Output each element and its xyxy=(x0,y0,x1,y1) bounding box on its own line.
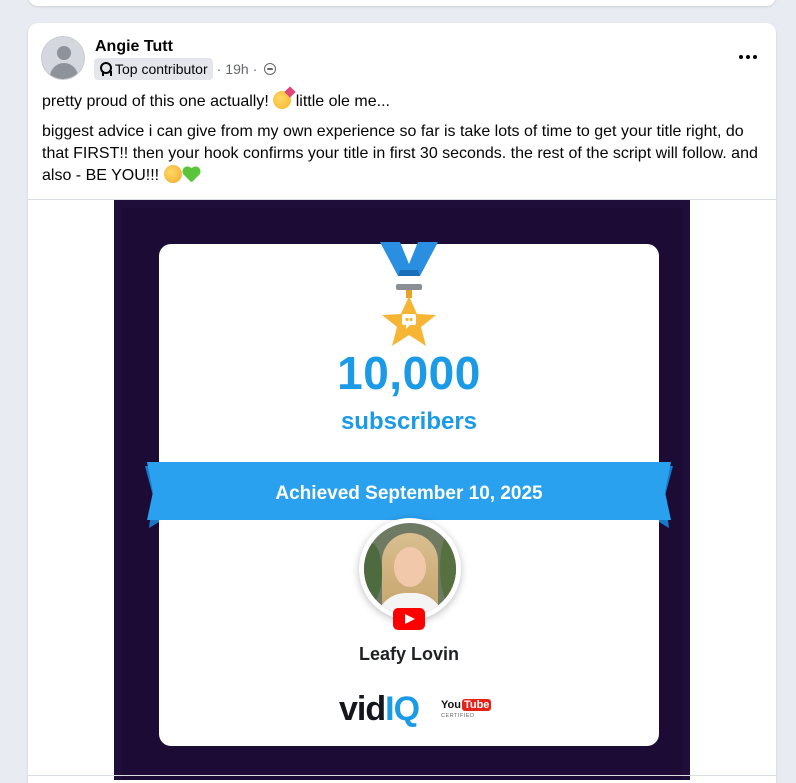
more-dot xyxy=(746,55,750,59)
youtube-wordmark: You Tube xyxy=(441,699,492,711)
avatar-head xyxy=(57,46,71,60)
globe-icon[interactable] xyxy=(264,63,277,75)
channel-photo xyxy=(364,523,456,615)
subscriber-label: subscribers xyxy=(340,408,478,435)
certified-label: CERTIFIED xyxy=(441,713,475,719)
author-name[interactable]: Angie Tutt xyxy=(95,38,173,56)
star-medal-icon xyxy=(382,284,436,346)
post-time[interactable]: 19h xyxy=(225,61,248,77)
award-icon xyxy=(99,62,112,76)
green-heart-emoji-icon xyxy=(182,167,200,183)
plant-left xyxy=(364,543,382,603)
medal-ribbon-icon xyxy=(380,242,438,276)
vidiq-logo-iq: IQ xyxy=(385,690,420,728)
paragraph-1-text: pretty proud of this one actually! xyxy=(42,93,269,110)
youtube-you: You xyxy=(441,699,461,711)
post-meta: Top contributor · 19h · xyxy=(94,58,277,80)
channel-avatar xyxy=(359,518,461,620)
footer-divider xyxy=(28,775,776,776)
image-frame: 10,000 subscribers Achieved September 10… xyxy=(122,208,682,780)
post-paragraph-1: pretty proud of this one actually! littl… xyxy=(42,91,766,113)
post-image[interactable]: 10,000 subscribers Achieved September 10… xyxy=(114,200,690,780)
youtube-play-icon xyxy=(393,608,425,630)
paragraph-1-tail: little ole me... xyxy=(295,93,390,110)
avatar[interactable] xyxy=(41,36,85,80)
meta-separator: · xyxy=(216,61,222,77)
milestone-certificate: 10,000 subscribers Achieved September 10… xyxy=(145,242,673,746)
youtube-certified-logo: You Tube CERTIFIED xyxy=(441,699,492,719)
vidiq-logo: vidIQ xyxy=(339,690,420,729)
badge-label: Top contributor xyxy=(115,61,208,77)
subscriber-count: 10,000 xyxy=(337,347,481,399)
avatar-body xyxy=(50,63,78,79)
plant-right xyxy=(440,533,456,603)
more-dot xyxy=(739,55,743,59)
youtube-tube: Tube xyxy=(461,699,492,711)
smiling-face-emoji-icon xyxy=(163,165,182,183)
previous-post-card xyxy=(28,0,776,6)
meta-separator-2: · xyxy=(252,61,258,77)
face xyxy=(394,547,426,587)
paragraph-2-text: biggest advice i can give from my own ex… xyxy=(42,123,758,184)
channel-name: Leafy Lovin xyxy=(358,644,460,664)
more-options-button[interactable] xyxy=(736,45,760,69)
more-dot xyxy=(753,55,757,59)
top-contributor-badge[interactable]: Top contributor xyxy=(94,58,213,80)
achieved-date: Achieved September 10, 2025 xyxy=(275,483,543,504)
post-paragraph-2: biggest advice i can give from my own ex… xyxy=(42,121,766,187)
post-card: Angie Tutt Top contributor · 19h · prett… xyxy=(28,23,776,783)
vidiq-logo-vid: vid xyxy=(339,690,386,728)
post-text: pretty proud of this one actually! littl… xyxy=(42,91,766,195)
partying-face-emoji-icon xyxy=(273,91,292,109)
